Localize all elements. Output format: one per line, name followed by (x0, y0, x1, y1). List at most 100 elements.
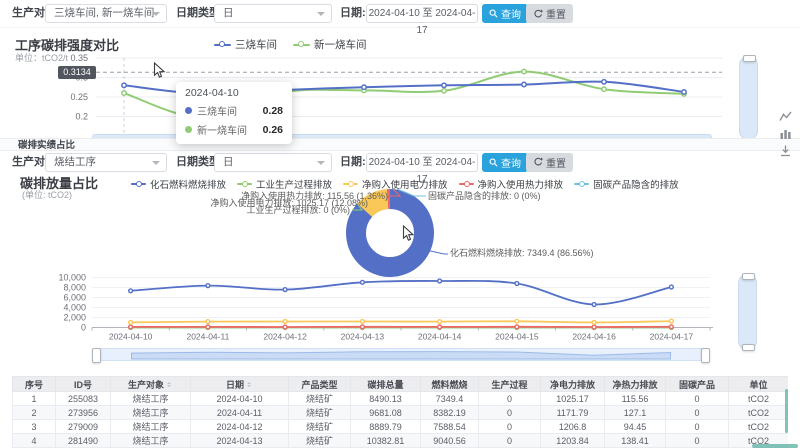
date-label: 日期: (340, 0, 366, 27)
table-cell: 1203.84 (541, 434, 605, 448)
table-cell: 281490 (56, 434, 111, 448)
line-chart-icon[interactable] (779, 110, 792, 123)
chart-toolbox (779, 110, 792, 157)
x-tick-label: 2024-04-16 (572, 332, 616, 342)
reset-button-2[interactable]: 重置 (526, 153, 573, 172)
bar-chart-icon[interactable] (779, 127, 792, 140)
datazoom-handle-right[interactable] (701, 348, 710, 363)
series-化石燃料燃烧排放 (129, 279, 674, 306)
date-range-input-2[interactable]: 2024-04-10 至 2024-04-17 (366, 153, 478, 172)
datazoom-handle[interactable] (742, 273, 755, 280)
date-range-input-1[interactable]: 2024-04-10 至 2024-04-17 (366, 4, 478, 23)
column-header-燃料燃烧: 燃料燃烧 (421, 377, 479, 392)
table-cell: 9040.56 (421, 434, 479, 448)
target-select-1-value: 三烧车间, 新一烧车间 (54, 7, 154, 19)
table-row: 3279009烧结工序2024-04-12烧结矿8889.797588.5401… (13, 420, 789, 434)
chart1-legend: 三烧车间 新一烧车间 (214, 37, 367, 52)
datazoom-silhouette (93, 349, 709, 360)
table-cell: 烧结矿 (289, 406, 351, 420)
datazoom-area (132, 352, 671, 359)
table-cell: 烧结工序 (111, 392, 191, 406)
query-button-label: 查询 (501, 6, 521, 21)
table-cell: 2024-04-13 (191, 434, 289, 448)
date-type-select-2[interactable]: 日 (214, 153, 332, 172)
table-cell: 0 (666, 392, 729, 406)
donut-chart-canvas[interactable]: 化石燃料燃烧排放: 7349.4 (86.56%)工业生产过程排放: 0 (0%… (0, 176, 800, 281)
chart1-vertical-datazoom[interactable] (739, 56, 758, 140)
table-cell: 1025.17 (541, 392, 605, 406)
y-tick-label: 0.2 (75, 112, 88, 122)
column-header-固碳产品: 固碳产品 (666, 377, 729, 392)
markline-value-badge: 0.3134 (58, 66, 96, 79)
data-table: 序号ID号生产对象日期产品类型碳排总量燃料燃烧生产过程净电力排放净热力排放固碳产… (12, 376, 788, 448)
column-header-序号: 序号 (13, 377, 56, 392)
datazoom-handle[interactable] (742, 344, 755, 351)
horizontal-scrollbar-thumb[interactable] (752, 444, 798, 448)
download-icon[interactable] (779, 144, 792, 157)
chevron-down-icon (317, 161, 325, 169)
y-tick-label: 8,000 (63, 283, 86, 293)
table-cell: 94.45 (605, 420, 666, 434)
chart3-vertical-datazoom[interactable] (738, 274, 757, 350)
table-cell: 273956 (56, 406, 111, 420)
pie-label: 净购入使用热力排放: 115.56 (1.36%) (241, 190, 388, 201)
date-type-select-1[interactable]: 日 (214, 4, 332, 23)
sort-icon[interactable] (246, 380, 253, 389)
y-tick-label: 2,000 (63, 313, 86, 323)
target-select-2[interactable]: 烧结工序 (45, 153, 167, 172)
chevron-down-icon (317, 12, 325, 20)
column-header-日期[interactable]: 日期 (191, 377, 289, 392)
column-header-ID号: ID号 (56, 377, 111, 392)
legend-item-series1[interactable]: 三烧车间 (214, 37, 277, 52)
target-select-2-value: 烧结工序 (54, 156, 96, 168)
column-header-净热力排放: 净热力排放 (605, 377, 666, 392)
query-button-2[interactable]: 查询 (482, 153, 528, 172)
series-净购入使用电力排放 (129, 319, 674, 324)
table-cell: 127.1 (605, 406, 666, 420)
x-tick-label: 2024-04-17 (650, 332, 694, 342)
sort-icon[interactable] (166, 380, 173, 389)
table-cell: 4 (13, 434, 56, 448)
table-cell: 0 (479, 392, 541, 406)
table-row: 4281490烧结工序2024-04-13烧结矿10382.819040.560… (13, 434, 789, 448)
column-header-产品类型: 产品类型 (289, 377, 351, 392)
x-tick-label: 2024-04-10 (109, 332, 153, 342)
pie-label: 固碳产品隐含的排放: 0 (0%) (428, 190, 541, 201)
reset-button-label: 重置 (546, 155, 566, 170)
legend-label: 三烧车间 (235, 37, 277, 52)
filter-toolbar-2: 生产对象 烧结工序 日期类型: 日 日期: 2024-04-10 至 2024-… (0, 152, 800, 173)
reset-button-1[interactable]: 重置 (526, 4, 573, 23)
table-row: 2273956烧结工序2024-04-11烧结矿9681.088382.1901… (13, 406, 789, 420)
x-tick-label: 2024-04-13 (341, 332, 385, 342)
line-series-icon (214, 40, 231, 49)
search-icon (489, 158, 498, 167)
datazoom-handle[interactable] (743, 55, 756, 62)
table-cell: 0 (479, 434, 541, 448)
mouse-cursor-icon (402, 225, 415, 242)
datazoom-handle-left[interactable] (92, 348, 101, 363)
horizontal-datazoom[interactable] (92, 348, 710, 361)
mouse-cursor-icon (153, 62, 166, 79)
table-cell: 烧结工序 (111, 406, 191, 420)
line-series-icon (293, 40, 310, 49)
target-select-1[interactable]: 三烧车间, 新一烧车间 (45, 4, 167, 23)
table-row: 1255083烧结工序2024-04-10烧结矿8490.137349.4010… (13, 392, 789, 406)
legend-item-series2[interactable]: 新一烧车间 (293, 37, 367, 52)
series-dot (185, 126, 192, 133)
x-tick-label: 2024-04-12 (263, 332, 307, 342)
x-tick-label: 2024-04-11 (186, 332, 229, 342)
table-cell: 8382.19 (421, 406, 479, 420)
filter-toolbar-1: 生产对象 三烧车间, 新一烧车间 日期类型: 日 日期: 2024-04-10 … (0, 0, 800, 28)
carbon-dashboard: 生产对象 三烧车间, 新一烧车间 日期类型: 日 日期: 2024-04-10 … (0, 0, 800, 448)
vertical-scrollbar-thumb[interactable] (785, 389, 788, 433)
query-button-1[interactable]: 查询 (482, 4, 528, 23)
column-header-生产对象[interactable]: 生产对象 (111, 377, 191, 392)
reset-button-label: 重置 (546, 6, 566, 21)
intensity-chart-canvas[interactable]: 0.350.30.250.2 (0, 54, 800, 140)
chevron-down-icon (152, 161, 160, 169)
y-tick-label: 6,000 (63, 293, 86, 303)
chevron-down-icon (152, 12, 160, 20)
table-cell: 255083 (56, 392, 111, 406)
section2-header: 碳排实绩占比 (0, 138, 800, 151)
column-header-碳排总量: 碳排总量 (351, 377, 421, 392)
